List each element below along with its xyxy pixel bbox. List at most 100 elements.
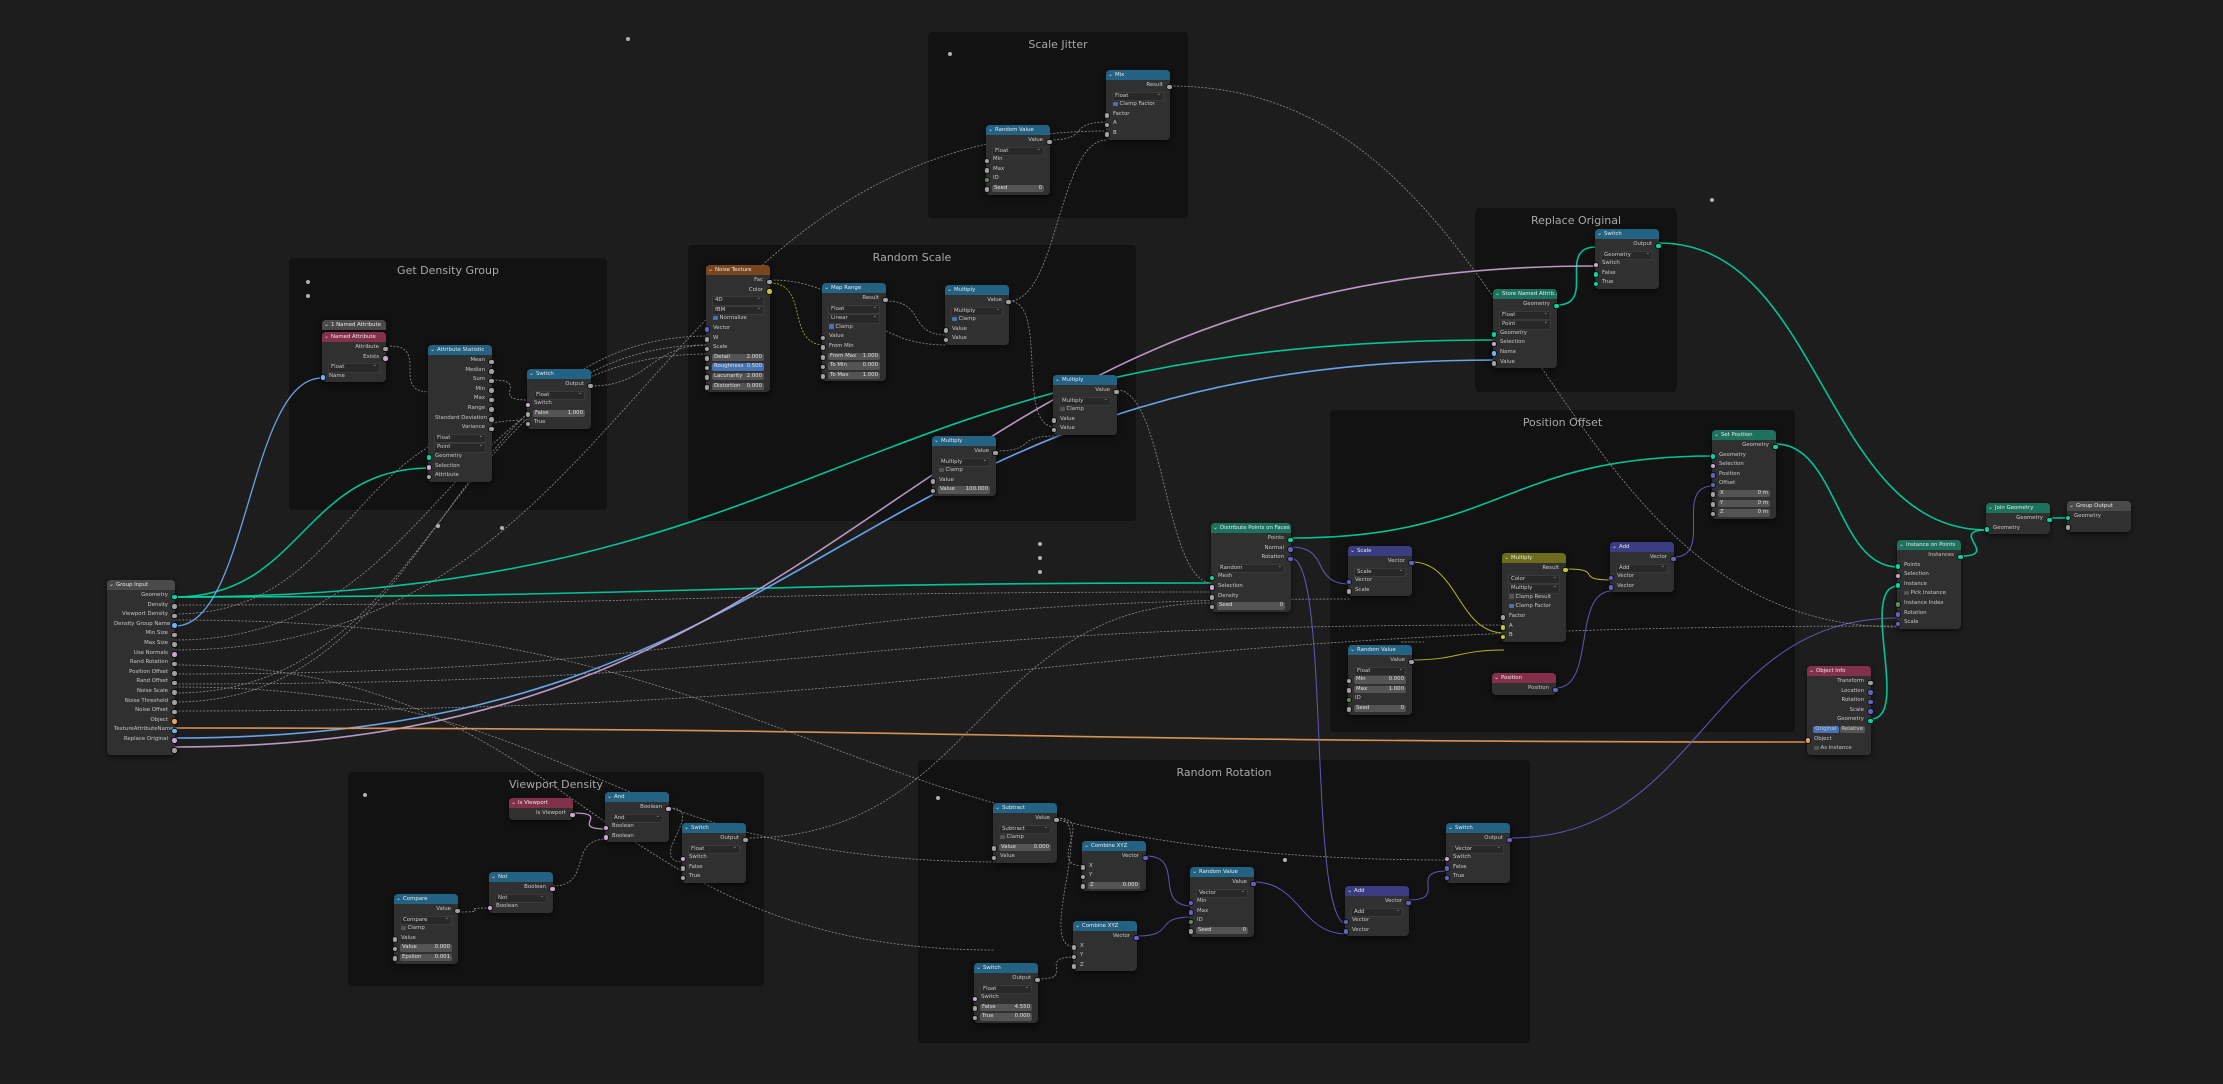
socket-dot-icon[interactable] — [171, 603, 178, 610]
chevron-down-icon[interactable]: ⌄ — [1192, 867, 1197, 877]
node-header[interactable]: ⌄ Random Value — [1190, 867, 1254, 877]
socket-dot-icon[interactable] — [425, 464, 432, 471]
value-field[interactable]: Epsilon 0.001 — [400, 953, 452, 962]
socket-dot-icon[interactable] — [1070, 944, 1077, 951]
socket-dot-icon[interactable] — [983, 176, 990, 184]
socket-dot-icon[interactable] — [1804, 737, 1811, 744]
node-instance-on-points[interactable]: ⌄ Instance on Points Instances Points Select… — [1894, 540, 1964, 629]
socket-dot-icon[interactable] — [425, 473, 432, 481]
node-header[interactable]: ⌄ Object Info — [1807, 666, 1871, 676]
socket-dot-icon[interactable] — [171, 679, 178, 687]
node-group-input[interactable]: ⌄ Group Input Geometry Density Viewport Dens… — [107, 580, 178, 756]
checkbox-icon[interactable] — [1814, 745, 1819, 751]
value-field[interactable]: False 4.550 — [980, 1003, 1032, 1012]
chevron-down-icon[interactable]: ⌄ — [607, 792, 612, 802]
node-switch-rotation[interactable]: ⌄SwitchOutputVectorSwitchFalseTrue — [1443, 823, 1513, 883]
chevron-down-icon[interactable]: ⌄ — [1448, 823, 1453, 833]
value-field[interactable]: True 0.000 — [980, 1013, 1032, 1021]
value-field[interactable]: To Max 1.000 — [828, 371, 880, 380]
socket-dot-icon[interactable] — [1103, 131, 1110, 138]
node-header[interactable]: ⌄ Multiply — [1502, 553, 1566, 563]
socket-dot-icon[interactable] — [1103, 112, 1110, 119]
socket-dot-icon[interactable] — [454, 907, 461, 914]
socket-dot-icon[interactable] — [1287, 546, 1294, 553]
socket-dot-icon[interactable] — [1405, 899, 1412, 906]
chevron-down-icon[interactable]: ⌄ — [1213, 523, 1218, 533]
node-set-position[interactable]: ⌄ Set Position Geometry Geometry Selection Po… — [1709, 430, 1779, 519]
socket-dot-icon[interactable] — [1208, 603, 1215, 611]
node-header[interactable]: ⌄ Multiply — [1053, 375, 1117, 385]
socket-dot-icon[interactable] — [703, 384, 710, 391]
socket-dot-icon[interactable] — [819, 344, 826, 351]
socket-dot-icon[interactable] — [488, 396, 495, 404]
socket-dot-icon[interactable] — [1079, 864, 1086, 871]
socket-dot-icon[interactable] — [1655, 242, 1662, 249]
socket-dot-icon[interactable] — [1709, 472, 1716, 479]
node-header[interactable]: ⌄ Set Position — [1712, 430, 1776, 440]
chevron-down-icon[interactable]: ⌄ — [396, 894, 401, 904]
node-switch-replace-original[interactable]: ⌄SwitchOutputGeometrySwitchFalseTrue — [1592, 229, 1662, 289]
node-header[interactable]: ⌄ Combine XYZ — [1073, 921, 1137, 931]
socket-dot-icon[interactable] — [171, 699, 178, 706]
chevron-down-icon[interactable]: ⌄ — [1108, 70, 1113, 80]
socket-dot-icon[interactable] — [1408, 658, 1415, 665]
node-map-range[interactable]: ⌄Map RangeResultFloatLinearClampValueFro… — [819, 283, 889, 382]
chevron-down-icon[interactable]: ⌄ — [934, 436, 939, 446]
socket-dot-icon[interactable] — [1166, 83, 1173, 90]
checkbox-icon[interactable] — [401, 925, 406, 931]
socket-dot-icon[interactable] — [1499, 614, 1506, 621]
node-header[interactable]: ⌄ Join Geometry — [1986, 503, 2050, 513]
socket-dot-icon[interactable] — [1443, 855, 1450, 863]
socket-dot-icon[interactable] — [1490, 340, 1497, 348]
chevron-down-icon[interactable]: ⌄ — [1495, 289, 1500, 299]
chevron-down-icon[interactable]: ⌄ — [1350, 645, 1355, 655]
socket-dot-icon[interactable] — [171, 670, 178, 677]
node-switch-rotation-scale[interactable]: ⌄SwitchOutputFloatSwitchFalse4.550True0.… — [971, 963, 1041, 1023]
node-math-subtract[interactable]: ⌄SubtractValueSubtractClampValue0.000Val… — [990, 803, 1060, 863]
node-header[interactable]: ⌄ Compare — [394, 894, 458, 904]
socket-dot-icon[interactable] — [1187, 928, 1194, 935]
socket-dot-icon[interactable] — [488, 368, 495, 375]
checkbox-icon[interactable] — [1904, 590, 1909, 596]
chevron-down-icon[interactable]: ⌄ — [947, 285, 952, 295]
socket-dot-icon[interactable] — [171, 737, 178, 744]
socket-dot-icon[interactable] — [819, 363, 826, 371]
socket-dot-icon[interactable] — [171, 612, 178, 620]
chevron-down-icon[interactable]: ⌄ — [1055, 375, 1060, 385]
socket-dot-icon[interactable] — [665, 805, 672, 812]
node-header[interactable]: ⌄ Not — [489, 872, 553, 882]
socket-dot-icon[interactable] — [569, 811, 576, 818]
socket-dot-icon[interactable] — [488, 406, 495, 413]
socket-dot-icon[interactable] — [1499, 633, 1506, 641]
node-random-value-rotation[interactable]: ⌄Random Value Value VectorMin Max ID Seed 0 — [1187, 867, 1257, 937]
node-header[interactable]: ⌄ 1 Named Attribute — [322, 320, 386, 330]
socket-dot-icon[interactable] — [1345, 687, 1352, 694]
value-field[interactable]: Value 0.000 — [999, 843, 1051, 852]
node-header[interactable]: ⌄ Group Input — [107, 580, 175, 590]
value-field[interactable]: Detail 2.000 — [712, 353, 764, 362]
socket-dot-icon[interactable] — [171, 622, 178, 629]
chevron-down-icon[interactable]: ⌄ — [988, 125, 993, 135]
socket-dot-icon[interactable] — [1552, 686, 1559, 693]
socket-dot-icon[interactable] — [1345, 588, 1352, 595]
socket-dot-icon[interactable] — [971, 1005, 978, 1012]
socket-dot-icon[interactable] — [1772, 443, 1779, 450]
checkbox-icon[interactable] — [1060, 406, 1065, 412]
chevron-down-icon[interactable]: ⌄ — [1809, 666, 1814, 676]
socket-dot-icon[interactable] — [1287, 555, 1294, 563]
socket-dot-icon[interactable] — [602, 834, 609, 841]
node-header[interactable]: ⌄ Instance on Points — [1897, 540, 1961, 550]
node-boolean-and[interactable]: ⌄AndBooleanAndBooleanBoolean — [602, 792, 672, 843]
toggle-original-button[interactable]: Original — [1813, 725, 1839, 734]
socket-dot-icon[interactable] — [1187, 918, 1194, 926]
socket-dot-icon[interactable] — [1142, 854, 1149, 861]
socket-dot-icon[interactable] — [1894, 620, 1901, 628]
socket-dot-icon[interactable] — [382, 355, 389, 362]
value-field[interactable]: Seed 0 — [1354, 704, 1406, 713]
socket-dot-icon[interactable] — [983, 167, 990, 174]
socket-dot-icon[interactable] — [882, 296, 889, 303]
value-field[interactable]: To Min 0.000 — [828, 362, 880, 370]
value-field[interactable]: Z 0 m — [1718, 509, 1770, 517]
socket-dot-icon[interactable] — [1345, 677, 1352, 685]
node-multiply-random-scale-1[interactable]: ⌄MultiplyValueMultiplyClampValueValue — [942, 285, 1012, 345]
